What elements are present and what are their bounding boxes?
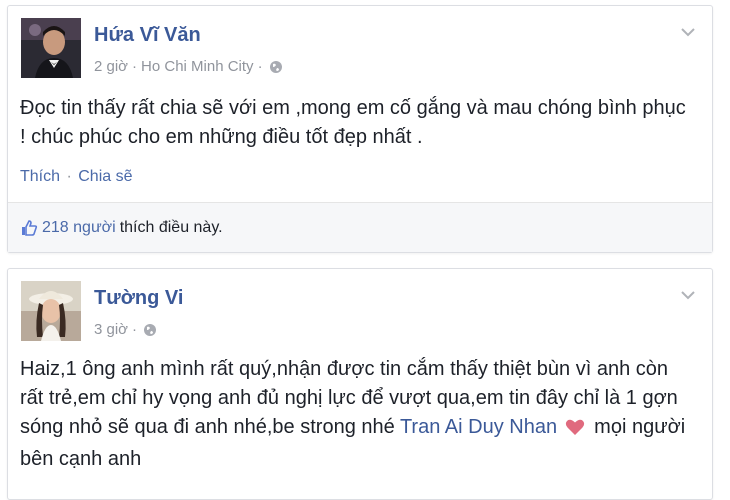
post-meta: 3 giờ · (94, 321, 157, 338)
post-author[interactable]: Tường Vi (94, 287, 183, 310)
post-text: Haiz,1 ông anh mình rất quý,nhận được ti… (20, 355, 696, 474)
chevron-down-icon[interactable] (678, 285, 698, 305)
post-text: Đọc tin thấy rất chia sẽ với em ,mong em… (20, 97, 686, 148)
like-thumb-icon (20, 219, 38, 237)
mention-link[interactable]: Tran Ai Duy Nhan (400, 416, 557, 438)
likes-suffix: thích điều này. (119, 218, 223, 236)
globe-icon[interactable] (269, 60, 283, 74)
post-meta: 2 giờ · Ho Chi Minh City · (94, 58, 283, 75)
heart-emoji-icon (565, 416, 585, 445)
share-link[interactable]: Chia sẽ (78, 168, 132, 185)
chevron-down-icon[interactable] (678, 22, 698, 42)
post-card: Tường Vi 3 giờ · Haiz,1 ông anh mình rất… (7, 268, 713, 500)
action-separator: · (66, 168, 72, 185)
post-location[interactable]: Ho Chi Minh City (141, 58, 254, 75)
avatar[interactable] (21, 281, 81, 341)
post-author[interactable]: Hứa Vĩ Văn (94, 24, 201, 47)
likes-summary: 218 người thích điều này. (8, 202, 712, 252)
avatar[interactable] (21, 18, 81, 78)
like-link[interactable]: Thích (20, 168, 60, 185)
meta-separator: · (132, 58, 138, 75)
post-time[interactable]: 3 giờ (94, 321, 128, 338)
meta-separator: · (257, 58, 263, 75)
likes-count[interactable]: 218 người (42, 219, 116, 237)
post-card: Hứa Vĩ Văn 2 giờ · Ho Chi Minh City · Đọ… (7, 5, 713, 253)
globe-icon[interactable] (143, 323, 157, 337)
meta-separator: · (132, 321, 138, 338)
post-actions: Thích · Chia sẽ (20, 168, 133, 186)
post-time[interactable]: 2 giờ (94, 58, 128, 75)
